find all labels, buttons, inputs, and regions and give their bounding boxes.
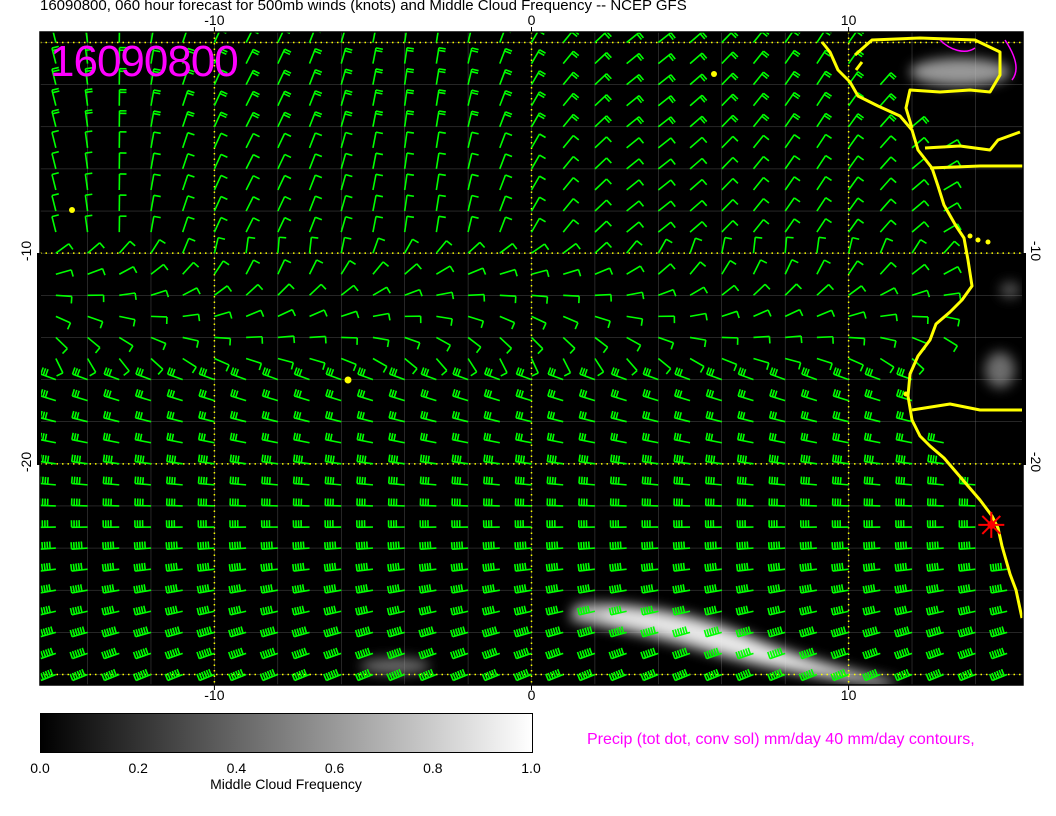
bottom-tick-label: 0 (527, 687, 536, 703)
colorbar-title: Middle Cloud Frequency (210, 776, 362, 792)
right-edge-bar (1022, 253, 1026, 465)
date-stamp: 16090800 (50, 37, 239, 86)
colorbar-tick-label: 0.8 (423, 760, 443, 776)
top-tick-label: 0 (527, 12, 536, 28)
bottom-tick-label: -10 (204, 687, 225, 703)
left-edge-bar (37, 253, 41, 465)
bottom-tick-label: 10 (840, 687, 857, 703)
cloud-patch-coast (985, 352, 1015, 388)
colorbar (40, 713, 533, 753)
cloud-patch-coast2 (1000, 282, 1020, 298)
colorbar-tick-label: 0.6 (324, 760, 345, 776)
precip-legend-note: Precip (tot dot, conv sol) mm/day 40 mm/… (587, 731, 975, 748)
left-tick-label: -20 (18, 451, 35, 472)
colorbar-tick-label: 0.2 (128, 760, 148, 776)
top-tick-label: 10 (840, 12, 857, 28)
map-panel (37, 27, 1026, 690)
colorbar-tick-label: 0.0 (30, 760, 50, 776)
right-tick-label: -10 (1028, 241, 1045, 262)
top-tick-label: -10 (204, 12, 225, 28)
colorbar-tick-label: 1.0 (521, 760, 541, 776)
right-tick-label: -20 (1028, 451, 1045, 472)
colorbar-tick-label: 0.4 (226, 760, 247, 776)
left-tick-label: -10 (18, 241, 35, 262)
